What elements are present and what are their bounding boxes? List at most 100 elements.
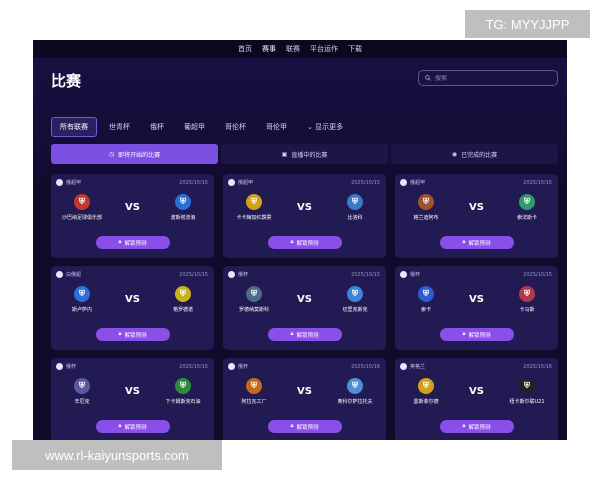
tab-world-youth[interactable]: 世青杯 [101, 118, 138, 136]
league-name: 英格兰 [410, 364, 426, 370]
status-tab-finished[interactable]: ◉ 已完成的比赛 [391, 144, 558, 164]
nav-item-leagues[interactable]: 联赛 [286, 44, 300, 54]
match-card-header: 俄超甲 2025/10/15 [400, 179, 552, 186]
lock-icon: 🔒︎ [118, 423, 122, 429]
match-card-header: 白俄超 2025/10/15 [56, 271, 208, 278]
unlock-prediction-button[interactable]: 🔒︎ 解锁预测 [439, 420, 514, 433]
status-tab-label: 即将开始的比赛 [118, 151, 161, 159]
match-date: 2025/10/15 [523, 179, 552, 186]
away-team-crest-icon: ⛨ [347, 378, 363, 394]
tab-colombia-a[interactable]: 哥伦甲 [258, 118, 295, 136]
search-box[interactable] [418, 70, 558, 86]
away-team: ⛨ 卡马斯 [502, 286, 552, 313]
home-team-name: 罗德纳莫斯科 [238, 307, 269, 313]
match-date: 2025/10/15 [351, 179, 380, 186]
unlock-prediction-button[interactable]: 🔒︎ 解锁预测 [267, 328, 342, 341]
league-name: 白俄超 [66, 272, 82, 278]
status-tab-label: 已完成的比赛 [461, 151, 498, 159]
away-team-name: 比洛科 [347, 215, 363, 221]
show-more-label: 显示更多 [315, 123, 344, 131]
league-name: 俄杯 [66, 364, 77, 370]
match-card[interactable]: 英格兰 2025/10/16 ⛨ 曼斯菲尔德 VS ⛨ 纽卡斯尔联U21 🔒︎ … [395, 358, 558, 440]
away-team-name: 切里克斯克 [342, 307, 368, 313]
tab-colombia-cup[interactable]: 哥伦杯 [217, 118, 254, 136]
match-date: 2025/10/15 [179, 271, 208, 278]
match-card[interactable]: 俄杯 2025/10/15 ⛨ 辛厄克 VS ⛨ 下卡姆斯克石油 🔒︎ 解锁预测 [51, 358, 214, 440]
unlock-prediction-button[interactable]: 🔒︎ 解锁预测 [439, 328, 514, 341]
lock-icon: 🔒︎ [462, 331, 466, 337]
away-team-crest-icon: ⛨ [347, 286, 363, 302]
away-team-name: 下卡姆斯克石油 [165, 399, 201, 405]
match-card[interactable]: 俄超甲 2025/10/15 ⛨ 沙巴纳足球俱乐部 VS ⛨ 波斯塔流浪 🔒︎ … [51, 174, 214, 258]
league-icon [56, 363, 63, 370]
away-team: ⛨ 比洛科 [330, 194, 380, 221]
match-date: 2025/10/15 [523, 271, 552, 278]
home-team-name: 沙巴纳足球俱乐部 [61, 215, 102, 221]
status-tab-upcoming[interactable]: ◷ 即将开始的比赛 [51, 144, 218, 164]
away-team-name: 卡马斯 [519, 307, 535, 313]
match-card[interactable]: 白俄超 2025/10/15 ⛨ 斯卢萨内 VS ⛨ 格罗德诺 🔒︎ 解锁预测 [51, 266, 214, 350]
chevron-down-icon: ⌄ [307, 123, 313, 131]
search-input[interactable] [435, 74, 545, 82]
league-icon [400, 363, 407, 370]
away-team: ⛨ 格罗德诺 [158, 286, 208, 313]
nav-item-platform[interactable]: 平台运作 [310, 44, 338, 54]
match-date: 2025/10/15 [351, 271, 380, 278]
match-card[interactable]: 俄超甲 2025/10/15 ⛨ 格兰迪阿布 VS ⛨ 索法斯卡 🔒︎ 解锁预测 [395, 174, 558, 258]
match-card[interactable]: 俄超甲 2025/10/15 ⛨ 卡卡梅加红霹雳 VS ⛨ 比洛科 🔒︎ 解锁预… [223, 174, 386, 258]
match-date: 2025/10/16 [351, 363, 380, 370]
league-label: 英格兰 [400, 363, 425, 370]
unlock-prediction-label: 解锁预测 [124, 332, 147, 339]
away-team: ⛨ 纽卡斯尔联U21 [502, 378, 552, 405]
unlock-prediction-button[interactable]: 🔒︎ 解锁预测 [267, 236, 342, 249]
nav-item-download[interactable]: 下载 [348, 44, 362, 54]
home-team-name: 索卡 [420, 307, 431, 313]
away-team-crest-icon: ⛨ [175, 194, 191, 210]
league-icon [56, 271, 63, 278]
unlock-prediction-label: 解锁预测 [468, 424, 491, 431]
match-card[interactable]: 俄杯 2025/10/15 ⛨ 罗德纳莫斯科 VS ⛨ 切里克斯克 🔒︎ 解锁预… [223, 266, 386, 350]
top-nav: 首页 赛事 联赛 平台运作 下载 [33, 40, 567, 58]
nav-item-matches[interactable]: 赛事 [262, 44, 276, 54]
match-card-header: 俄超甲 2025/10/15 [56, 179, 208, 186]
unlock-prediction-label: 解锁预测 [468, 240, 491, 247]
unlock-prediction-button[interactable]: 🔒︎ 解锁预测 [267, 420, 342, 433]
unlock-prediction-button[interactable]: 🔒︎ 解锁预测 [95, 420, 170, 433]
unlock-prediction-label: 解锁预测 [468, 332, 491, 339]
match-date: 2025/10/15 [179, 363, 208, 370]
tab-league-3[interactable]: 葡超甲 [176, 118, 213, 136]
match-card[interactable]: 俄杯 2025/10/16 ⛨ 阿拉瓦工厂 VS ⛨ 奥科尔萨拉托夫 🔒︎ 解锁… [223, 358, 386, 440]
status-tab-live[interactable]: ▣ 直播中的比赛 [221, 144, 388, 164]
nav-item-home[interactable]: 首页 [238, 44, 252, 54]
league-icon [228, 363, 235, 370]
league-name: 俄超甲 [238, 180, 254, 186]
league-label: 俄超甲 [400, 179, 425, 186]
away-team: ⛨ 切里克斯克 [330, 286, 380, 313]
unlock-prediction-label: 解锁预测 [124, 240, 147, 247]
unlock-prediction-button[interactable]: 🔒︎ 解锁预测 [95, 236, 170, 249]
league-label: 俄杯 [228, 271, 248, 278]
away-team: ⛨ 奥科尔萨拉托夫 [330, 378, 380, 405]
league-name: 俄杯 [238, 272, 249, 278]
league-label: 白俄超 [56, 271, 81, 278]
match-card-header: 俄超甲 2025/10/15 [228, 179, 380, 186]
tab-show-more[interactable]: ⌄ 显示更多 [299, 118, 351, 136]
lock-icon: 🔒︎ [290, 423, 294, 429]
league-name: 俄杯 [238, 364, 249, 370]
tv-icon: ▣ [281, 150, 288, 158]
unlock-prediction-label: 解锁预测 [296, 332, 319, 339]
league-name: 俄超甲 [66, 180, 82, 186]
unlock-prediction-button[interactable]: 🔒︎ 解锁预测 [439, 236, 514, 249]
match-date: 2025/10/15 [179, 179, 208, 186]
match-grid: 俄超甲 2025/10/15 ⛨ 沙巴纳足球俱乐部 VS ⛨ 波斯塔流浪 🔒︎ … [51, 174, 558, 440]
tab-all-leagues[interactable]: 所有联赛 [51, 117, 97, 137]
unlock-prediction-button[interactable]: 🔒︎ 解锁预测 [95, 328, 170, 341]
league-icon [228, 179, 235, 186]
away-team-crest-icon: ⛨ [175, 286, 191, 302]
match-card-header: 俄杯 2025/10/15 [56, 363, 208, 370]
league-label: 俄超甲 [56, 179, 81, 186]
home-team-name: 阿拉瓦工厂 [241, 399, 267, 405]
lock-icon: 🔒︎ [290, 331, 294, 337]
tab-russia-cup[interactable]: 俄杯 [142, 118, 172, 136]
match-card[interactable]: 俄杯 2025/10/15 ⛨ 索卡 VS ⛨ 卡马斯 🔒︎ 解锁预测 [395, 266, 558, 350]
